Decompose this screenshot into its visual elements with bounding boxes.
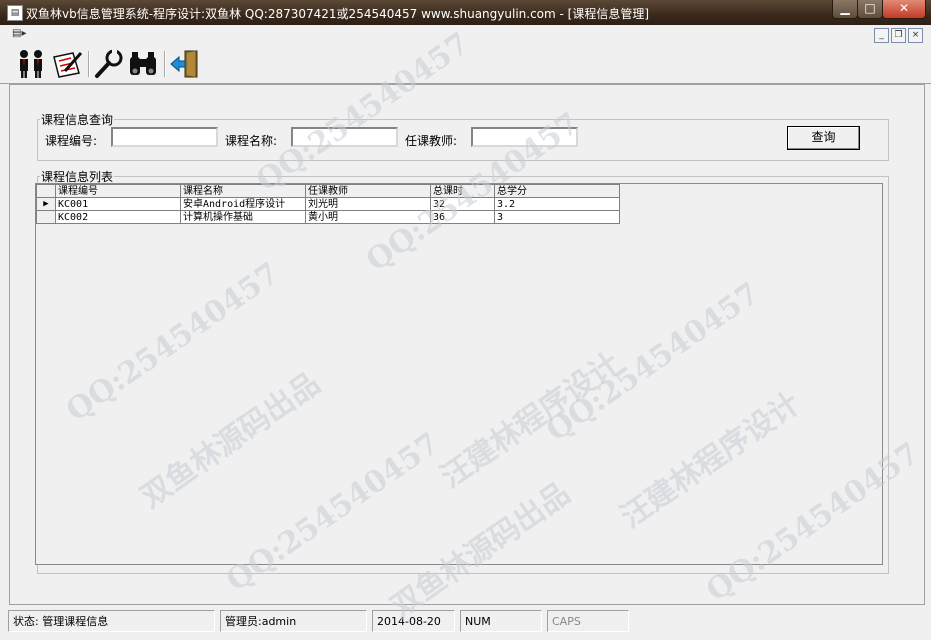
minimize-icon: _: [879, 30, 884, 40]
status-caps: CAPS: [547, 610, 629, 632]
mdi-close-button[interactable]: ×: [908, 28, 923, 43]
column-header[interactable]: 总课时: [430, 184, 495, 198]
mdi-menubar: ▤▸ _ ❐ ×: [0, 25, 931, 46]
mdi-restore-button[interactable]: ❐: [891, 28, 906, 43]
column-header[interactable]: 总学分: [494, 184, 620, 198]
maximize-button[interactable]: □: [857, 0, 883, 19]
course-no-input[interactable]: [111, 127, 218, 147]
table-cell[interactable]: KC001: [55, 197, 181, 211]
window-titlebar: ▤ 双鱼林vb信息管理系统-程序设计:双鱼林 QQ:287307421或2545…: [0, 0, 931, 25]
query-group-title: 课程信息查询: [41, 113, 114, 127]
table-cell[interactable]: 3: [494, 210, 620, 224]
table-cell[interactable]: 3.2: [494, 197, 620, 211]
current-row-indicator: ▶: [36, 197, 56, 211]
minimize-icon: ▁: [840, 1, 850, 15]
course-table: 课程编号 课程名称 任课教师 总课时 总学分 ▶ KC001 安卓Android…: [36, 184, 620, 224]
row-selector-header: [36, 184, 56, 198]
table-row[interactable]: ▶ KC001 安卓Android程序设计 刘光明 32 3.2: [36, 197, 620, 211]
close-icon: ✕: [898, 1, 910, 15]
table-cell[interactable]: 黄小明: [305, 210, 431, 224]
course-no-label: 课程编号:: [45, 134, 98, 148]
toolbar: [0, 45, 931, 84]
close-button[interactable]: ✕: [882, 0, 926, 19]
toolbar-settings-button[interactable]: [92, 48, 126, 80]
toolbar-edit-button[interactable]: [50, 48, 84, 80]
toolbar-search-button[interactable]: [126, 48, 160, 80]
mdi-minimize-button[interactable]: _: [874, 28, 889, 43]
toolbar-users-button[interactable]: [14, 48, 48, 80]
table-cell[interactable]: 36: [430, 210, 495, 224]
toolbar-separator: [164, 51, 166, 77]
maximize-icon: □: [864, 1, 876, 15]
status-state: 状态: 管理课程信息: [8, 610, 215, 632]
teacher-input[interactable]: [471, 127, 578, 147]
table-cell[interactable]: 32: [430, 197, 495, 211]
close-icon: ×: [911, 30, 920, 40]
status-admin: 管理员:admin: [220, 610, 367, 632]
table-cell[interactable]: 安卓Android程序设计: [180, 197, 306, 211]
table-cell[interactable]: 计算机操作基础: [180, 210, 306, 224]
table-row[interactable]: KC002 计算机操作基础 黄小明 36 3: [36, 210, 620, 224]
column-header[interactable]: 课程编号: [55, 184, 181, 198]
table-cell[interactable]: KC002: [55, 210, 181, 224]
course-grid[interactable]: 课程编号 课程名称 任课教师 总课时 总学分 ▶ KC001 安卓Android…: [35, 183, 883, 565]
edit-document-icon: [53, 52, 83, 78]
column-header[interactable]: 任课教师: [305, 184, 431, 198]
table-cell[interactable]: 刘光明: [305, 197, 431, 211]
row-selector[interactable]: [36, 210, 56, 224]
binoculars-icon: [130, 52, 156, 75]
status-num: NUM: [460, 610, 542, 632]
users-icon: [20, 50, 42, 78]
status-bar: 状态: 管理课程信息 管理员:admin 2014-08-20 NUM CAPS: [0, 607, 931, 640]
wrench-icon: [95, 49, 123, 78]
column-header[interactable]: 课程名称: [180, 184, 306, 198]
restore-icon: ❐: [894, 30, 903, 40]
teacher-label: 任课教师:: [405, 134, 458, 148]
toolbar-exit-button[interactable]: [168, 48, 202, 80]
status-date: 2014-08-20: [372, 610, 455, 632]
minimize-button[interactable]: ▁: [832, 0, 858, 19]
table-header-row: 课程编号 课程名称 任课教师 总课时 总学分: [36, 184, 620, 198]
exit-door-icon: [170, 50, 198, 78]
toolbar-separator: [88, 51, 90, 77]
course-name-label: 课程名称:: [225, 134, 278, 148]
search-button[interactable]: 查询: [787, 126, 860, 150]
course-name-input[interactable]: [291, 127, 398, 147]
mdi-child-icon[interactable]: ▤▸: [12, 28, 26, 39]
window-title: 双鱼林vb信息管理系统-程序设计:双鱼林 QQ:287307421或254540…: [26, 7, 650, 21]
app-icon: ▤: [7, 5, 23, 21]
